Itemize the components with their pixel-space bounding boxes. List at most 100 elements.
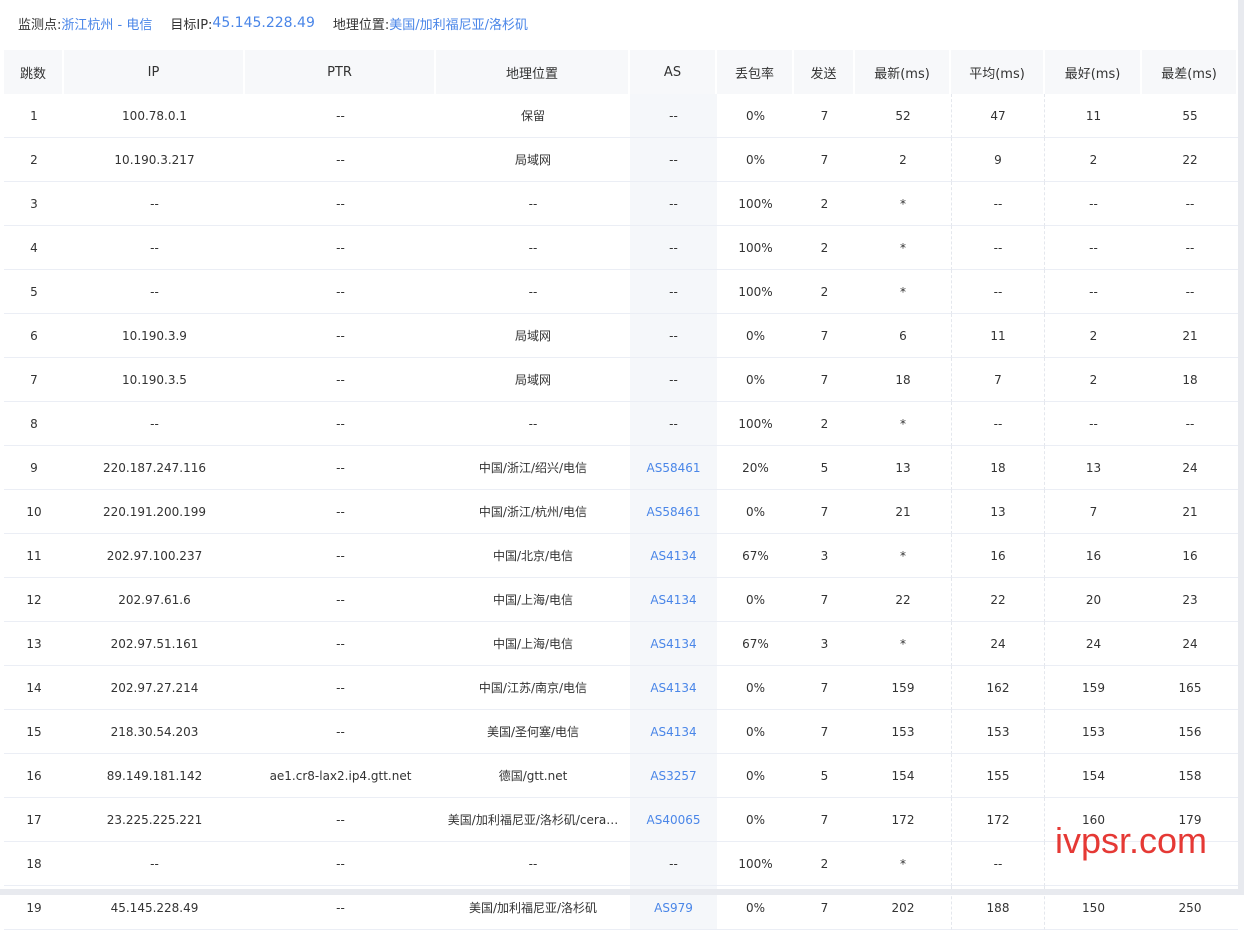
- table-row: 18 -- -- -- -- 100% 2 * --: [4, 842, 1238, 886]
- cell-sent: 7: [794, 138, 855, 182]
- cell-best: --: [1045, 226, 1142, 270]
- column-header-geo: 地理位置: [436, 50, 630, 94]
- cell-as[interactable]: AS4134: [630, 710, 717, 754]
- cell-as[interactable]: AS4134: [630, 534, 717, 578]
- cell-hop: 8: [4, 402, 64, 446]
- cell-worst: 156: [1142, 710, 1238, 754]
- cell-best: 2: [1045, 358, 1142, 402]
- cell-as[interactable]: AS4134: [630, 622, 717, 666]
- cell-sent: 2: [794, 182, 855, 226]
- cell-as[interactable]: AS4134: [630, 578, 717, 622]
- cell-sent: 3: [794, 534, 855, 578]
- cell-as[interactable]: AS4134: [630, 666, 717, 710]
- cell-ptr: --: [245, 622, 436, 666]
- cell-geo: --: [436, 226, 630, 270]
- cell-as: --: [630, 842, 717, 886]
- cell-last: 172: [855, 798, 951, 842]
- cell-best: 16: [1045, 534, 1142, 578]
- cell-geo: 保留: [436, 94, 630, 138]
- traceroute-table: 跳数 IP PTR 地理位置 AS 丢包率 发送 最新(ms) 平均(ms) 最好(ms) 最差(m…: [4, 50, 1238, 930]
- table-row: 10 220.191.200.199 -- 中国/浙江/杭州/电信 AS58461 0% 7…: [4, 490, 1238, 534]
- cell-ip: 220.187.247.116: [64, 446, 245, 490]
- cell-sent: 7: [794, 798, 855, 842]
- column-header-as: AS: [630, 50, 717, 94]
- cell-last: 154: [855, 754, 951, 798]
- cell-avg: 22: [951, 578, 1045, 622]
- cell-loss: 0%: [717, 666, 794, 710]
- cell-hop: 4: [4, 226, 64, 270]
- cell-last: 52: [855, 94, 951, 138]
- table-row: 2 10.190.3.217 -- 局域网 -- 0% 7 2 9 2 22: [4, 138, 1238, 182]
- cell-sent: 2: [794, 270, 855, 314]
- cell-best: 2: [1045, 314, 1142, 358]
- cell-best: 13: [1045, 446, 1142, 490]
- cell-sent: 2: [794, 226, 855, 270]
- cell-avg: 162: [951, 666, 1045, 710]
- cell-hop: 3: [4, 182, 64, 226]
- cell-ptr: --: [245, 710, 436, 754]
- cell-best: 7: [1045, 490, 1142, 534]
- cell-last: *: [855, 534, 951, 578]
- cell-as[interactable]: AS40065: [630, 798, 717, 842]
- probe-info-bar: 监测点: 浙江杭州 - 电信 目标IP: 45.145.228.49 地理位置:…: [0, 0, 1244, 46]
- cell-last: *: [855, 182, 951, 226]
- cell-best: 2: [1045, 138, 1142, 182]
- cell-hop: 17: [4, 798, 64, 842]
- table-row: 11 202.97.100.237 -- 中国/北京/电信 AS4134 67% 3 * 16 1…: [4, 534, 1238, 578]
- table-row: 5 -- -- -- -- 100% 2 * -- -- --: [4, 270, 1238, 314]
- cell-avg: 172: [951, 798, 1045, 842]
- cell-sent: 3: [794, 622, 855, 666]
- cell-worst: 21: [1142, 314, 1238, 358]
- cell-as[interactable]: AS58461: [630, 490, 717, 534]
- cell-hop: 6: [4, 314, 64, 358]
- table-row: 17 23.225.225.221 -- 美国/加利福尼亚/洛杉矶/cera… AS40…: [4, 798, 1238, 842]
- table-row: 7 10.190.3.5 -- 局域网 -- 0% 7 18 7 2 18: [4, 358, 1238, 402]
- cell-as: --: [630, 226, 717, 270]
- cell-hop: 14: [4, 666, 64, 710]
- table-header-row: 跳数 IP PTR 地理位置 AS 丢包率 发送 最新(ms) 平均(ms) 最好(ms) 最差(m…: [4, 50, 1238, 94]
- cell-loss: 100%: [717, 226, 794, 270]
- target-label: 目标IP:: [170, 17, 213, 33]
- cell-hop: 5: [4, 270, 64, 314]
- cell-as[interactable]: AS3257: [630, 754, 717, 798]
- cell-last: 13: [855, 446, 951, 490]
- cell-hop: 18: [4, 842, 64, 886]
- cell-hop: 7: [4, 358, 64, 402]
- cell-ptr: --: [245, 226, 436, 270]
- probe-value: 浙江杭州 - 电信: [61, 17, 153, 33]
- cell-avg: --: [951, 402, 1045, 446]
- cell-hop: 15: [4, 710, 64, 754]
- cell-geo: 中国/上海/电信: [436, 622, 630, 666]
- cell-worst: 21: [1142, 490, 1238, 534]
- cell-best: 154: [1045, 754, 1142, 798]
- column-header-best: 最好(ms): [1045, 50, 1142, 94]
- table-row: 1 100.78.0.1 -- 保留 -- 0% 7 52 47 11 55: [4, 94, 1238, 138]
- table-row: 9 220.187.247.116 -- 中国/浙江/绍兴/电信 AS58461 20% 5…: [4, 446, 1238, 490]
- cell-ip: 10.190.3.217: [64, 138, 245, 182]
- cell-hop: 2: [4, 138, 64, 182]
- cell-ip: 10.190.3.5: [64, 358, 245, 402]
- cell-ptr: --: [245, 798, 436, 842]
- cell-sent: 2: [794, 842, 855, 886]
- cell-geo: --: [436, 270, 630, 314]
- column-header-avg: 平均(ms): [951, 50, 1045, 94]
- cell-sent: 7: [794, 578, 855, 622]
- cell-as[interactable]: AS58461: [630, 446, 717, 490]
- target-ip: 目标IP: 45.145.228.49: [170, 14, 315, 33]
- cell-loss: 0%: [717, 358, 794, 402]
- cell-best: 24: [1045, 622, 1142, 666]
- table-row: 16 89.149.181.142 ae1.cr8-lax2.ip4.gtt.net…: [4, 754, 1238, 798]
- table-row: 13 202.97.51.161 -- 中国/上海/电信 AS4134 67% 3 * 24 24…: [4, 622, 1238, 666]
- cell-sent: 5: [794, 754, 855, 798]
- cell-worst: --: [1142, 402, 1238, 446]
- cell-ptr: --: [245, 490, 436, 534]
- cell-geo: 中国/江苏/南京/电信: [436, 666, 630, 710]
- cell-as: --: [630, 314, 717, 358]
- column-header-last: 最新(ms): [855, 50, 951, 94]
- scrollbar-track[interactable]: [1238, 0, 1244, 895]
- cell-loss: 67%: [717, 534, 794, 578]
- cell-last: *: [855, 622, 951, 666]
- cell-hop: 16: [4, 754, 64, 798]
- cell-ip: 202.97.27.214: [64, 666, 245, 710]
- cell-worst: --: [1142, 182, 1238, 226]
